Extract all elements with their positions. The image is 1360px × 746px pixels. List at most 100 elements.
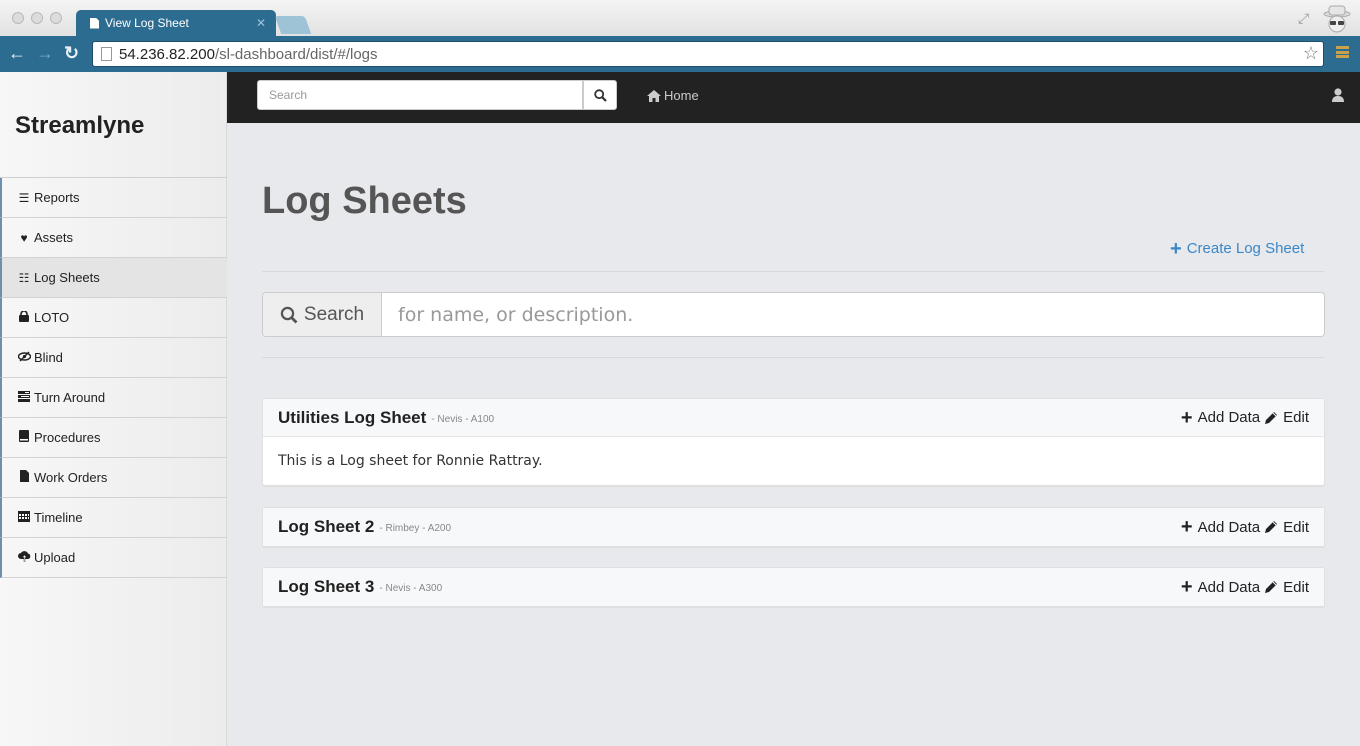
back-arrow-icon[interactable]: ← [8, 43, 26, 64]
log-sheet-card: Log Sheet 2 - Rimbey - A200 + Add Data E… [262, 507, 1325, 547]
forward-arrow-icon[interactable]: → [36, 43, 54, 64]
tasks-icon [18, 390, 30, 405]
fullscreen-icon[interactable]: ⤢ [1298, 10, 1309, 27]
sidebar-item-timeline[interactable]: Timeline [0, 498, 227, 538]
global-search-input[interactable]: Search [257, 80, 583, 110]
log-sheet-search: Search [262, 292, 1325, 337]
browser-tab-active[interactable]: View Log Sheet ✕ [76, 10, 276, 36]
search-icon [280, 306, 298, 323]
edit-button[interactable]: Edit [1260, 579, 1309, 596]
sidebar-item-loto[interactable]: LOTO [0, 298, 227, 338]
log-sheet-header: Utilities Log Sheet - Nevis - A100 + Add… [263, 399, 1324, 437]
top-navbar: Search Home [227, 72, 1360, 123]
home-icon [647, 89, 661, 102]
browser-titlebar: View Log Sheet ✕ ⤢ [0, 0, 1360, 36]
global-search-button[interactable] [583, 80, 617, 110]
file-icon [18, 470, 30, 485]
add-data-button[interactable]: + Add Data [1180, 516, 1261, 538]
log-sheet-name[interactable]: Utilities Log Sheet [278, 408, 426, 428]
edit-button[interactable]: Edit [1260, 409, 1309, 426]
create-log-sheet-link[interactable]: + Create Log Sheet [1170, 237, 1305, 260]
pencil-icon [1265, 581, 1278, 593]
book-icon [18, 430, 30, 445]
log-sheet-header: Log Sheet 2 - Rimbey - A200 + Add Data E… [263, 508, 1324, 546]
log-sheet-actions: + Add Data Edit [1180, 576, 1309, 598]
user-icon[interactable] [1332, 88, 1344, 102]
create-log-sheet-label: Create Log Sheet [1186, 240, 1305, 257]
sidebar-item-label: LOTO [34, 310, 70, 325]
log-sheet-card: Utilities Log Sheet - Nevis - A100 + Add… [262, 398, 1325, 486]
divider [262, 357, 1324, 358]
sidebar-item-label: Work Orders [34, 470, 108, 485]
log-sheet-meta: - Rimbey - A200 [379, 523, 452, 534]
sidebar-item-label: Procedures [34, 430, 101, 445]
search-icon [593, 88, 607, 102]
lock-icon [18, 309, 30, 325]
bookmark-star-icon[interactable]: ☆ [1303, 43, 1319, 64]
sidebar-item-blind[interactable]: Blind [0, 338, 227, 378]
add-data-label: Add Data [1197, 578, 1261, 596]
page-title: Log Sheets [262, 180, 467, 222]
url-bar[interactable]: 54.236.82.200/sl-dashboard/dist/#/logs ☆ [92, 41, 1324, 67]
new-tab-button[interactable] [274, 16, 312, 34]
tab-title: View Log Sheet [105, 16, 189, 30]
edit-label: Edit [1283, 578, 1309, 596]
home-label: Home [664, 88, 699, 103]
sidebar-item-upload[interactable]: Upload [0, 538, 227, 578]
plus-icon: + [1180, 406, 1193, 429]
reload-icon[interactable]: ↻ [64, 43, 79, 64]
home-link[interactable]: Home [647, 88, 699, 103]
search-addon: Search [263, 293, 382, 336]
browser-menu-icon[interactable] [1336, 46, 1349, 58]
url-host: 54.236.82.200 [119, 45, 215, 63]
sidebar-item-label: Upload [34, 550, 76, 565]
heart-icon: ♥ [20, 230, 28, 245]
log-sheet-header: Log Sheet 3 - Nevis - A300 + Add Data Ed… [263, 568, 1324, 606]
sidebar-item-log-sheets[interactable]: ☷ Log Sheets [0, 258, 227, 298]
window-minimize-button[interactable] [31, 12, 43, 24]
pencil-icon [1265, 521, 1278, 533]
add-data-button[interactable]: + Add Data [1180, 576, 1261, 598]
log-sheet-card: Log Sheet 3 - Nevis - A300 + Add Data Ed… [262, 567, 1325, 607]
plus-icon: + [1170, 237, 1182, 260]
search-addon-label: Search [303, 303, 365, 325]
add-data-label: Add Data [1197, 409, 1261, 426]
sidebar-item-label: Reports [34, 190, 80, 205]
sidebar-item-label: Assets [34, 230, 74, 245]
log-sheet-search-input[interactable] [382, 293, 1324, 336]
sidebar-item-work-orders[interactable]: Work Orders [0, 458, 227, 498]
window-close-button[interactable] [12, 12, 24, 24]
brand-logo-text[interactable]: Streamlyne [15, 112, 144, 140]
sidebar-item-reports[interactable]: ☰ Reports [0, 178, 227, 218]
tab-close-icon[interactable]: ✕ [256, 16, 266, 30]
log-sheet-meta: - Nevis - A300 [379, 583, 443, 594]
sidebar-item-label: Blind [34, 350, 63, 365]
sidebar-item-procedures[interactable]: Procedures [0, 418, 227, 458]
sidebar: Streamlyne ☰ Reports ♥ Assets ☷ Log Shee… [0, 72, 227, 746]
sidebar-item-label: Turn Around [34, 390, 106, 405]
url-path: /sl-dashboard/dist/#/logs [214, 45, 378, 63]
log-sheet-name[interactable]: Log Sheet 2 [278, 517, 374, 537]
window-zoom-button[interactable] [50, 12, 62, 24]
edit-label: Edit [1283, 518, 1309, 536]
sidebar-item-assets[interactable]: ♥ Assets [0, 218, 227, 258]
calendar-icon [18, 510, 30, 525]
plus-icon: + [1180, 516, 1193, 538]
edit-label: Edit [1283, 409, 1309, 426]
add-data-label: Add Data [1197, 518, 1261, 536]
sidebar-item-label: Log Sheets [34, 270, 100, 285]
sidebar-item-turn-around[interactable]: Turn Around [0, 378, 227, 418]
edit-button[interactable]: Edit [1260, 519, 1309, 536]
plus-icon: + [1180, 576, 1193, 598]
sidebar-nav: ☰ Reports ♥ Assets ☷ Log Sheets LOTO Bli… [0, 177, 227, 578]
cloud-upload-icon [18, 550, 31, 565]
incognito-icon [1323, 5, 1351, 33]
divider [262, 271, 1324, 272]
list-icon: ☷ [18, 270, 30, 285]
log-sheet-name[interactable]: Log Sheet 3 [278, 577, 374, 597]
log-sheet-actions: + Add Data Edit [1180, 516, 1309, 538]
eye-slash-icon [17, 351, 32, 365]
pencil-icon [1265, 411, 1278, 424]
list-icon: ☰ [18, 190, 30, 205]
add-data-button[interactable]: + Add Data [1180, 406, 1261, 429]
